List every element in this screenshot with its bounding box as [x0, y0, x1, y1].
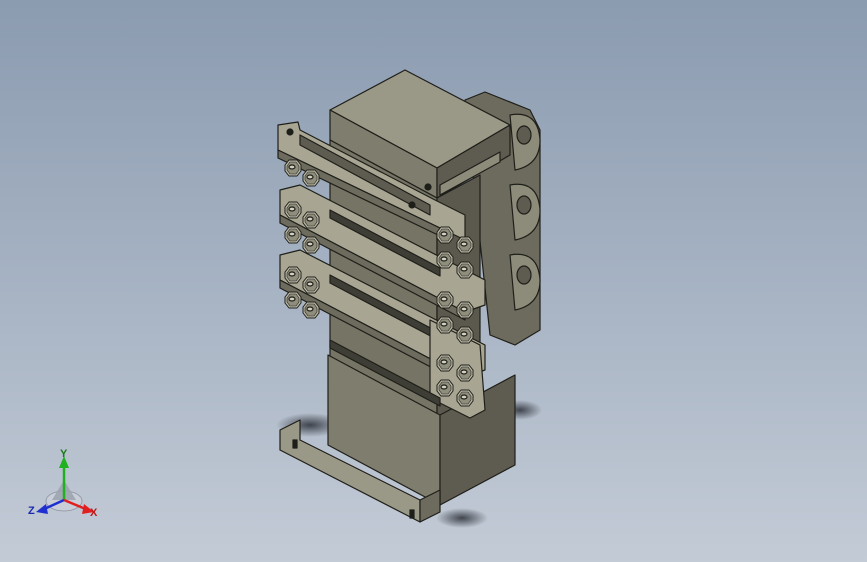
graphics-viewport[interactable]: Y X Z — [0, 0, 867, 562]
coordinate-triad: Y X Z — [28, 448, 98, 519]
3d-model[interactable] — [0, 0, 867, 562]
z-axis-head — [36, 504, 48, 514]
x-axis-label: X — [90, 507, 98, 519]
model-body[interactable] — [277, 69, 541, 523]
shadow-bottom — [436, 508, 488, 528]
z-axis-label: Z — [28, 505, 35, 517]
y-axis-label: Y — [60, 448, 68, 460]
